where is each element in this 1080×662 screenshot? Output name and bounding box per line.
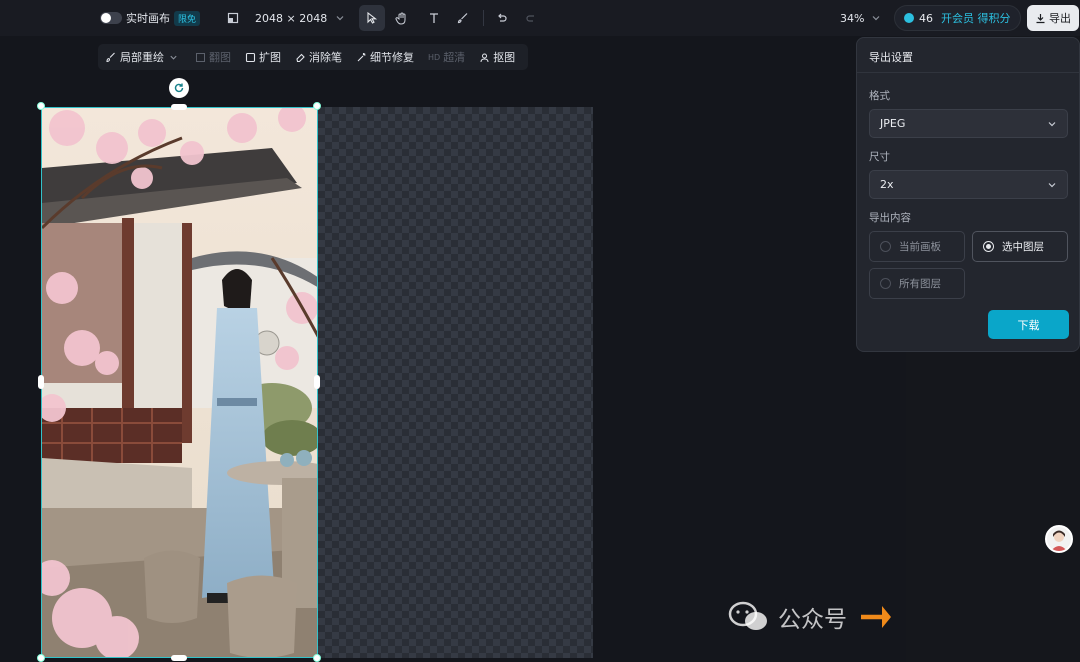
cutout-button[interactable]: 抠图 [479,49,515,65]
transparent-canvas-area[interactable] [318,107,593,658]
rotate-handle[interactable] [169,78,189,98]
arrow-logo-icon [861,606,891,628]
expand-icon [245,52,256,62]
divider [483,10,484,26]
expand-button[interactable]: 扩图 [245,49,281,65]
resize-handle-bottom[interactable] [171,655,187,661]
chevron-down-icon [335,13,345,23]
expand-label: 扩图 [259,51,281,64]
option-label: 所有图层 [899,278,941,290]
flip-icon [196,52,205,62]
magic-wand-icon [357,52,366,61]
eraser-icon [296,53,305,62]
upscale-button[interactable]: HD 超清 [428,49,465,65]
realtime-canvas-label: 实时画布 [126,12,170,25]
download-icon [1036,13,1045,23]
cutout-label: 抠图 [493,51,516,64]
watermark: 公众号 [728,600,891,634]
text-icon [430,13,438,23]
chevron-down-icon [871,13,881,23]
brush-icon [457,13,468,24]
credits-pill[interactable]: 46 开会员 得积分 [894,5,1021,31]
cutout-icon [480,53,489,62]
undo-icon [498,13,507,22]
radio-selected-icon [983,241,994,252]
inpaint-button[interactable]: 局部重绘 [106,49,181,65]
export-settings-panel: 导出设置 格式 JPEG 尺寸 2x 导出内容 当前画板 选中图层 所有图层 下… [856,37,1080,352]
upscale-label: 超清 [443,51,466,64]
option-selected-layer[interactable]: 选中图层 [972,231,1068,262]
cursor-icon [367,12,378,24]
brush-tool-button[interactable] [450,5,476,31]
resize-handle-left[interactable] [38,375,44,389]
hd-icon: HD [428,52,441,62]
eraser-label: 消除笔 [309,51,342,64]
detail-fix-label: 细节修复 [370,51,414,64]
undo-button[interactable] [489,5,515,31]
radio-icon [880,241,891,252]
redo-button[interactable] [518,5,544,31]
resize-icon [227,12,239,24]
export-button[interactable]: 导出 [1027,5,1079,31]
canvas-size-selector[interactable]: 2048 × 2048 [227,0,345,36]
inpaint-label: 局部重绘 [120,51,164,64]
resize-handle-bottom-right[interactable] [313,654,321,662]
top-bar: 实时画布 限免 2048 × 2048 34% 46 开会员 得积分 导出 [0,0,1080,36]
hand-tool-button[interactable] [388,5,414,31]
flip-label: 翻图 [209,51,231,64]
canvas-size-value: 2048 × 2048 [255,11,328,25]
redo-icon [526,15,534,22]
format-label: 格式 [869,90,890,102]
resize-handle-top-right[interactable] [313,102,321,110]
membership-link[interactable]: 开会员 得积分 [941,10,1011,26]
option-all-layers[interactable]: 所有图层 [869,268,965,299]
option-current-board[interactable]: 当前画板 [869,231,965,262]
wechat-icon [728,601,767,630]
download-button[interactable]: 下载 [988,310,1069,339]
flip-button[interactable]: 翻图 [195,49,231,65]
content-label: 导出内容 [869,212,911,224]
size-label: 尺寸 [869,151,890,163]
resize-handle-right[interactable] [314,375,320,389]
selected-image-layer[interactable] [41,107,318,658]
credit-count: 46 [919,11,933,25]
avatar-face-icon [1051,530,1067,551]
eraser-button[interactable]: 消除笔 [295,49,342,65]
garden-scene-illustration [42,108,317,657]
panel-title: 导出设置 [869,51,913,64]
image-edit-toolbar: 局部重绘 翻图 扩图 消除笔 细节修复 HD 超清 抠图 [98,44,529,70]
realtime-canvas-toggle-group[interactable]: 实时画布 限免 [100,0,201,36]
format-value: JPEG [880,117,906,130]
option-label: 当前画板 [899,241,941,253]
credit-coin-icon [904,13,914,23]
hand-icon [394,12,405,25]
divider [857,72,1079,73]
format-select[interactable]: JPEG [869,109,1068,138]
free-badge: 限免 [174,10,201,26]
text-tool-button[interactable] [421,5,447,31]
chevron-down-icon [1048,121,1056,126]
assistant-avatar[interactable] [1045,525,1073,553]
chevron-down-icon [170,55,177,60]
realtime-canvas-toggle[interactable] [100,12,122,24]
resize-handle-bottom-left[interactable] [37,654,45,662]
zoom-selector[interactable]: 34% [840,0,881,36]
resize-handle-top-left[interactable] [37,102,45,110]
detail-fix-button[interactable]: 细节修复 [356,49,414,65]
select-tool-button[interactable] [359,5,385,31]
export-label: 导出 [1049,12,1071,25]
rotate-icon [174,83,184,93]
size-value: 2x [880,178,894,191]
watermark-text: 公众号 [778,607,847,633]
zoom-value: 34% [840,11,865,25]
option-label: 选中图层 [1002,241,1044,253]
chevron-down-icon [1048,182,1056,187]
tool-group [359,0,544,36]
radio-icon [880,278,891,289]
size-select[interactable]: 2x [869,170,1068,199]
resize-handle-top[interactable] [171,104,187,110]
inpaint-icon [106,52,115,62]
